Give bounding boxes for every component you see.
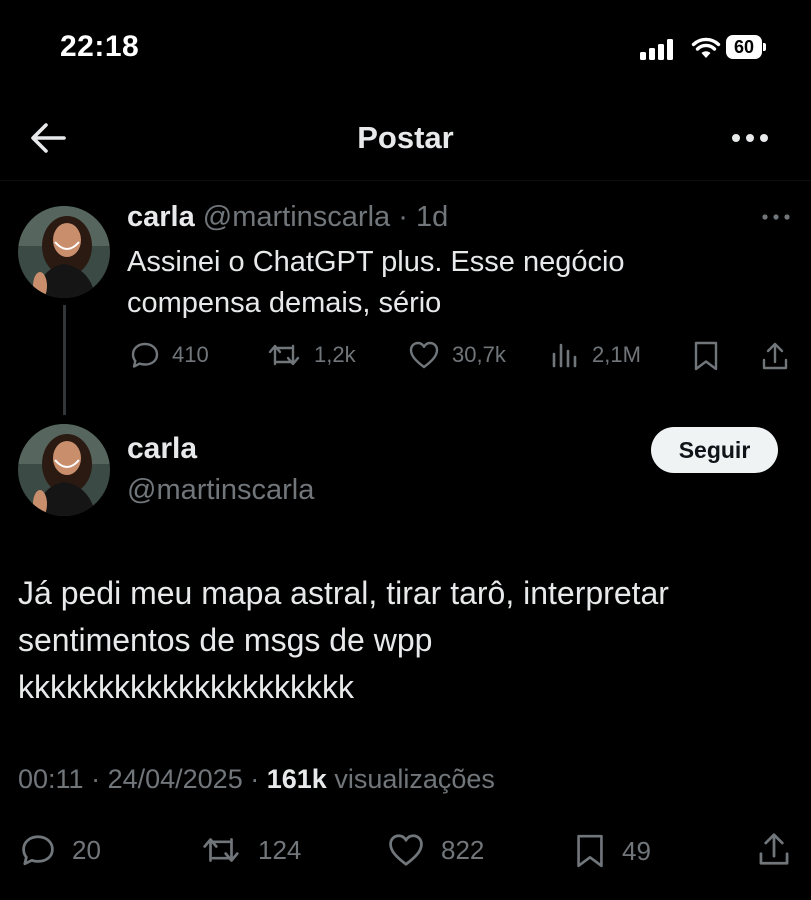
parent-tweet-author: carla @martinscarla · 1d xyxy=(127,201,448,234)
bookmark-icon[interactable] xyxy=(692,340,720,377)
author-name[interactable]: carla xyxy=(127,201,195,233)
tweet-text-line: compensa demais, sério xyxy=(127,287,442,319)
header-divider xyxy=(0,180,811,181)
tweet-text-line: Já pedi meu mapa astral, tirar tarô, int… xyxy=(18,575,669,611)
reply-button[interactable]: 20 xyxy=(20,832,101,868)
heart-icon xyxy=(389,834,423,866)
repost-count: 1,2k xyxy=(314,342,356,367)
bookmark-count: 49 xyxy=(622,835,651,866)
battery-level: 60 xyxy=(733,37,755,57)
bookmark-button[interactable]: 49 xyxy=(574,832,651,870)
page-title: Postar xyxy=(357,120,454,155)
like-button[interactable]: 30,7k xyxy=(408,340,506,370)
tweet-text-line: sentimentos de msgs de wpp xyxy=(18,622,433,658)
share-icon[interactable] xyxy=(756,830,792,873)
tweet-date: 24/04/2025 xyxy=(107,764,243,794)
reply-icon xyxy=(22,835,54,866)
more-options-icon[interactable] xyxy=(760,208,792,226)
author-name[interactable]: carla xyxy=(127,432,197,466)
avatar[interactable] xyxy=(18,424,110,516)
tweet-text-line: kkkkkkkkkkkkkkkkkkkkk xyxy=(18,669,354,705)
wifi-icon xyxy=(691,36,721,60)
status-time: 22:18 xyxy=(60,30,140,63)
heart-icon xyxy=(409,341,439,369)
repost-button[interactable]: 1,2k xyxy=(266,340,356,370)
author-handle[interactable]: @martinscarla xyxy=(203,201,390,233)
views-button[interactable]: 2,1M xyxy=(550,340,641,370)
tweet-text-line: Assinei o ChatGPT plus. Esse negócio xyxy=(127,246,625,278)
views-count: 2,1M xyxy=(592,342,641,367)
follow-button[interactable]: Seguir xyxy=(651,427,778,473)
cellular-signal-icon xyxy=(640,38,680,60)
reply-button[interactable]: 410 xyxy=(130,340,209,370)
like-count: 822 xyxy=(441,834,485,865)
tweet-age: · 1d xyxy=(398,201,449,233)
repost-count: 124 xyxy=(258,834,302,865)
avatar[interactable] xyxy=(18,206,110,298)
reply-icon xyxy=(131,342,159,368)
parent-tweet-text: Assinei o ChatGPT plus. Esse negócio com… xyxy=(127,242,767,324)
main-tweet-text: Já pedi meu mapa astral, tirar tarô, int… xyxy=(18,570,798,711)
repost-button[interactable]: 124 xyxy=(200,832,301,868)
repost-icon xyxy=(268,344,300,366)
thread-connector-line xyxy=(63,305,66,415)
like-button[interactable]: 822 xyxy=(387,832,484,868)
like-count: 30,7k xyxy=(452,342,506,367)
reply-count: 410 xyxy=(172,342,209,367)
more-options-icon[interactable] xyxy=(728,124,772,152)
analytics-icon xyxy=(552,343,577,368)
views-count: 161k xyxy=(266,764,327,794)
tweet-meta: 00:11 · 24/04/2025 · 161k visualizações xyxy=(18,764,495,794)
battery-icon: 60 xyxy=(726,35,768,61)
repost-icon xyxy=(203,838,239,862)
author-handle[interactable]: @martinscarla xyxy=(127,474,314,507)
share-icon[interactable] xyxy=(760,340,790,377)
reply-count: 20 xyxy=(72,834,101,865)
tweet-time: 00:11 xyxy=(18,764,84,794)
bookmark-icon xyxy=(577,834,603,868)
views-label: visualizações xyxy=(334,764,495,794)
